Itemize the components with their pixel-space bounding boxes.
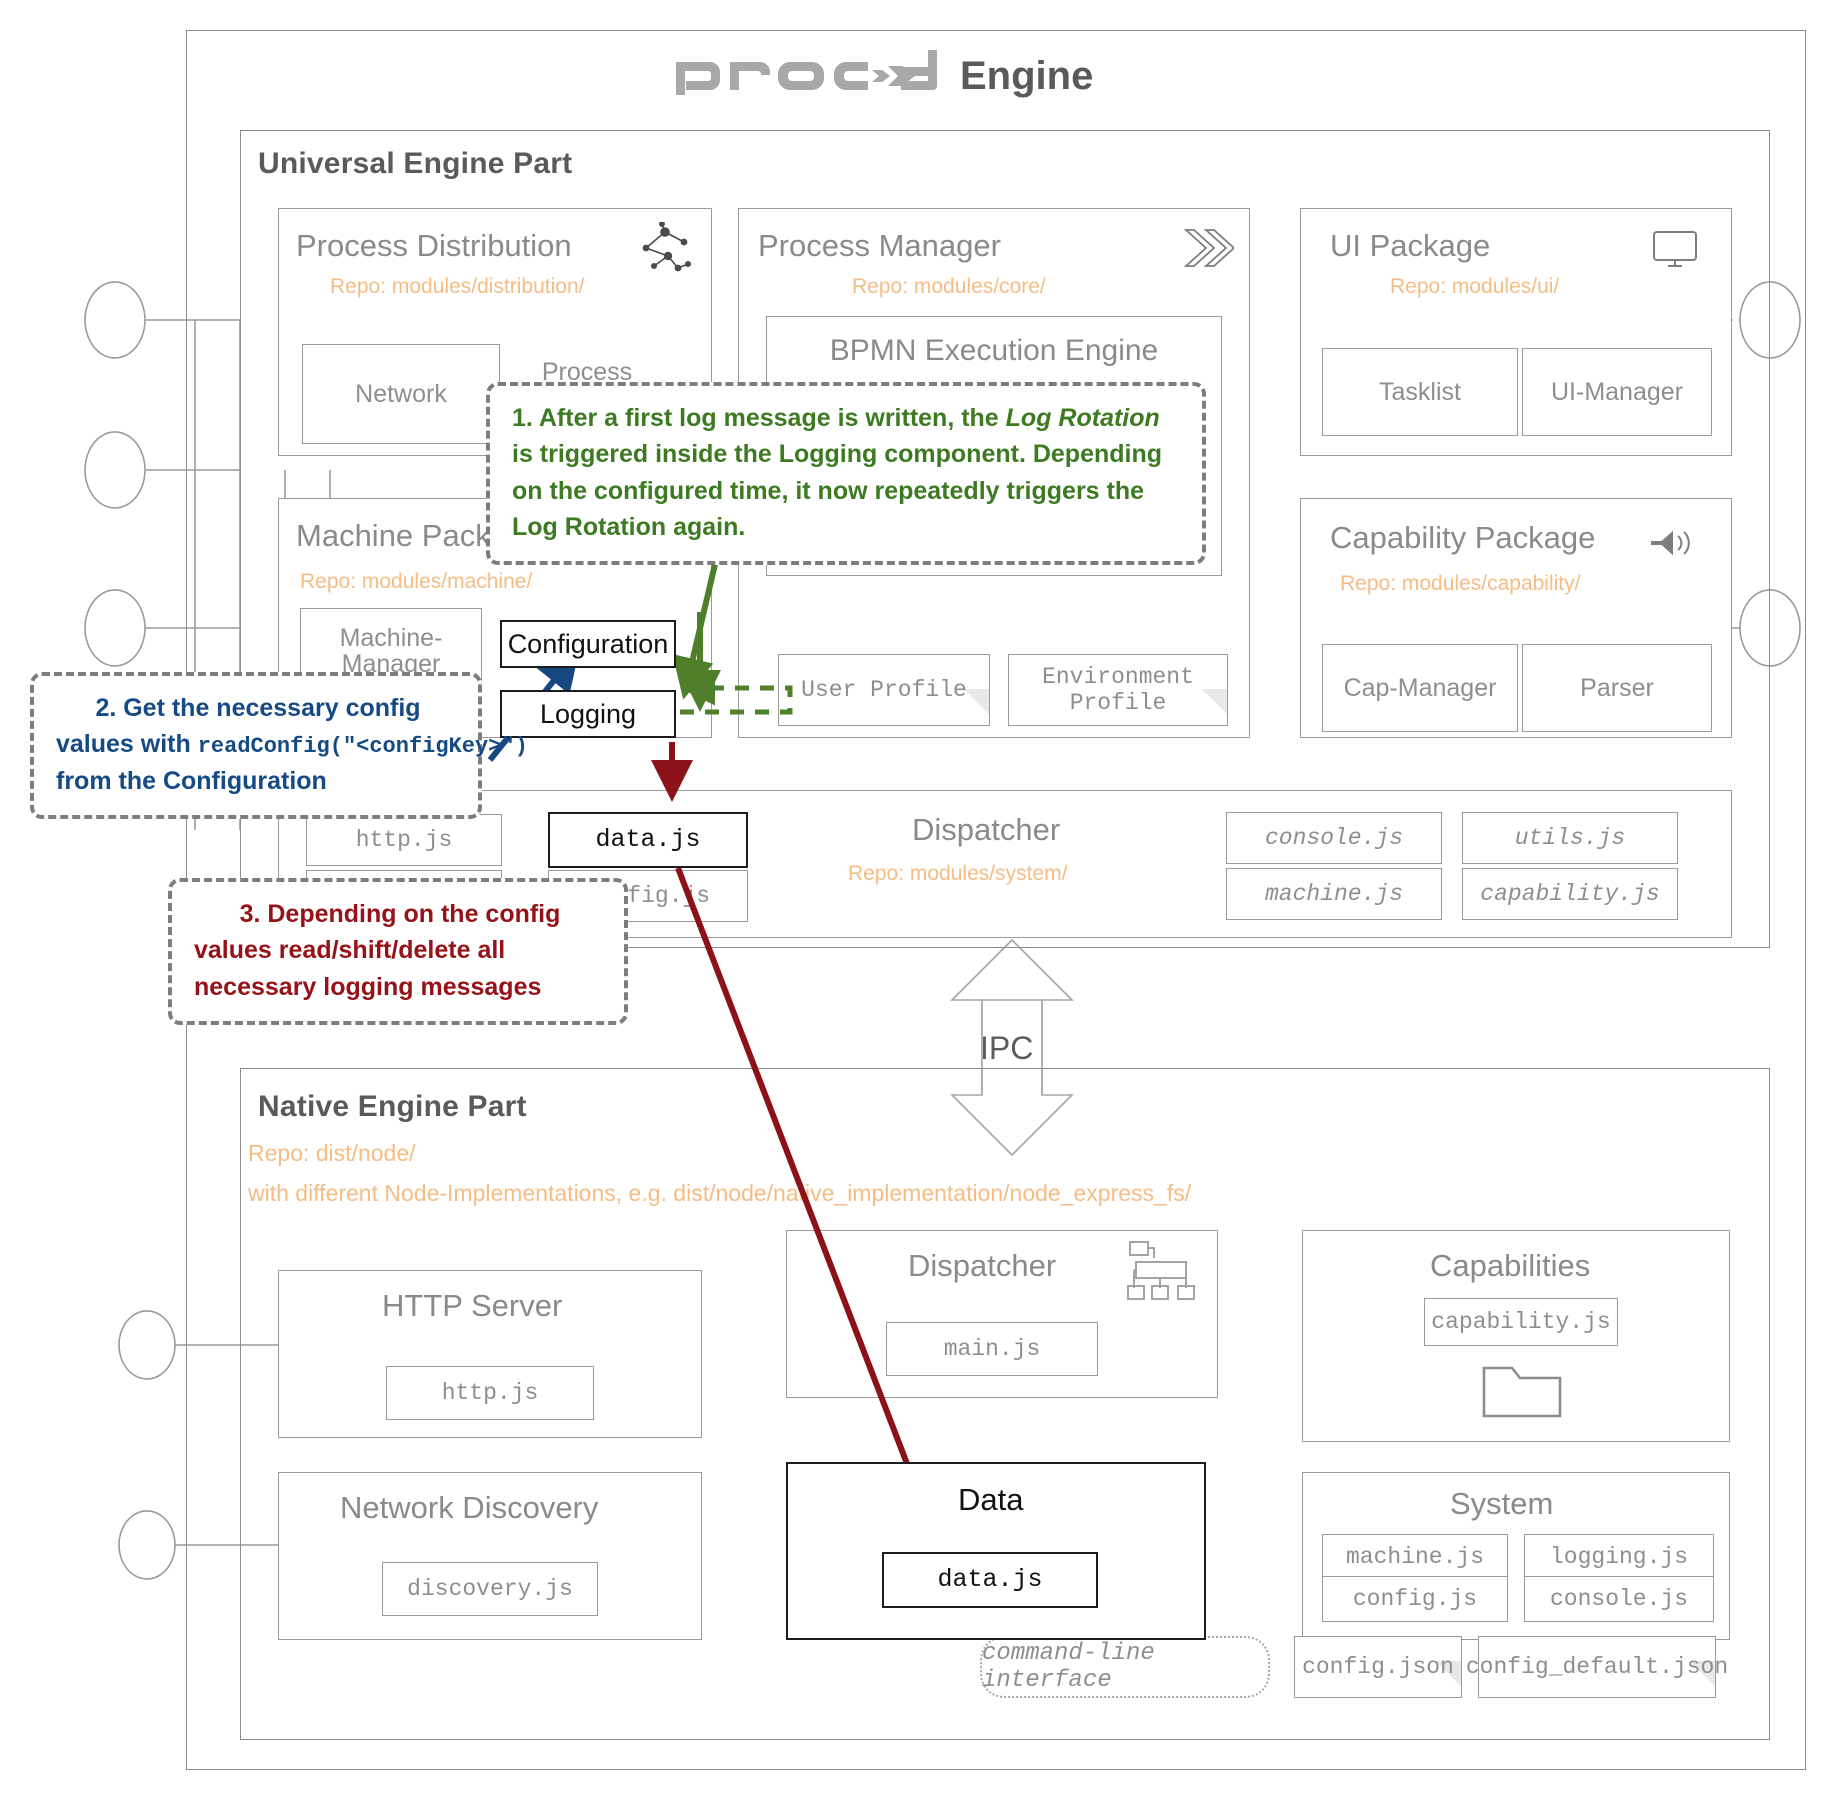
callout-1: 1. After a first log message is written,… — [486, 382, 1206, 565]
card-native-dispatcher-title: Dispatcher — [908, 1248, 1057, 1283]
file-config-default-json-label: config_default.json — [1465, 1653, 1729, 1680]
card-universal-dispatcher-repo: Repo: modules/system/ — [848, 862, 1068, 885]
procd-logo-icon — [676, 50, 937, 95]
folder-icon — [1482, 1366, 1562, 1418]
callout-2-line-3: from the Configuration — [56, 767, 327, 796]
leaf-user-profile-label: User Profile — [801, 676, 967, 703]
callout-3-line-3: necessary logging messages — [194, 972, 542, 1001]
file-data-js-universal[interactable]: data.js — [548, 812, 748, 868]
leaf-machine-manager-label: Machine- Manager — [339, 623, 443, 678]
file-console-js-native: console.js — [1524, 1576, 1714, 1622]
app-logo: Engine — [672, 48, 1093, 104]
leaf-parser: Parser — [1522, 644, 1712, 732]
file-http-js-native: http.js — [386, 1366, 594, 1420]
file-http-js-universal: http.js — [306, 814, 502, 866]
card-process-manager-repo: Repo: modules/core/ — [852, 275, 1046, 298]
file-logging-js: logging.js — [1524, 1534, 1714, 1580]
universal-engine-part-title: Universal Engine Part — [258, 147, 573, 180]
callout-2-line-2-prefix: values with — [56, 730, 198, 759]
file-utils-js-universal: utils.js — [1462, 812, 1678, 864]
callout-2: 2. Get the necessary config values with … — [30, 672, 528, 820]
callout-1-part-3: is triggered inside the Logging componen… — [512, 440, 1163, 541]
file-capability-js-native: capability.js — [1424, 1298, 1618, 1346]
card-capability-package-repo: Repo: modules/capability/ — [1340, 572, 1581, 595]
monitor-icon — [1653, 231, 1697, 267]
leaf-network: Network — [302, 344, 500, 444]
callout-1-part-1: 1. After a first log message is written,… — [512, 404, 1006, 432]
card-process-distribution-repo: Repo: modules/distribution/ — [330, 275, 585, 298]
app-title: Engine — [960, 53, 1094, 98]
card-ui-package-title: UI Package — [1330, 228, 1491, 263]
native-engine-repo-line2: with different Node-Implementations, e.g… — [248, 1180, 1192, 1206]
command-line-interface[interactable]: command-line interface — [980, 1636, 1270, 1698]
file-data-js-native[interactable]: data.js — [882, 1552, 1098, 1608]
leaf-environment-profile: Environment Profile — [1008, 654, 1228, 726]
file-main-js: main.js — [886, 1322, 1098, 1376]
file-config-json-label: config.json — [1302, 1653, 1454, 1680]
file-config-default-json: config_default.json — [1466, 1636, 1728, 1698]
callout-2-line-1: 2. Get the necessary config — [95, 694, 421, 722]
hierarchy-icon — [1127, 1241, 1195, 1300]
card-http-server-title: HTTP Server — [382, 1288, 563, 1323]
ipc-label: IPC — [980, 1030, 1034, 1066]
callout-1-emphasis: Log Rotation — [1005, 404, 1160, 432]
file-config-json: config.json — [1294, 1636, 1462, 1698]
card-process-manager-title: Process Manager — [758, 228, 1001, 263]
leaf-user-profile: User Profile — [778, 654, 990, 726]
file-config-js-native: config.js — [1322, 1576, 1508, 1622]
file-machine-js-universal: machine.js — [1226, 868, 1442, 920]
leaf-cap-manager: Cap-Manager — [1322, 644, 1518, 732]
network-nodes-icon — [642, 222, 691, 272]
leaf-environment-profile-label: Environment Profile — [1042, 663, 1194, 716]
card-network-discovery-title: Network Discovery — [340, 1490, 599, 1525]
card-data-title: Data — [958, 1482, 1024, 1517]
native-engine-repo-line1: Repo: dist/node/ — [248, 1140, 416, 1166]
card-process-distribution-title: Process Distribution — [296, 228, 572, 263]
callout-3-line-1: 3. Depending on the config — [239, 900, 561, 928]
card-capabilities-title: Capabilities — [1430, 1248, 1591, 1283]
card-universal-dispatcher-title: Dispatcher — [912, 812, 1061, 847]
leaf-tasklist: Tasklist — [1322, 348, 1518, 436]
card-system-title: System — [1450, 1486, 1554, 1521]
leaf-logging[interactable]: Logging — [500, 690, 676, 738]
callout-3-line-2: values read/shift/delete all — [194, 936, 506, 965]
callout-3: 3. Depending on the config values read/s… — [168, 878, 628, 1025]
callout-2-code: readConfig("<configKey>") — [197, 734, 528, 760]
speaker-icon — [1651, 530, 1690, 556]
file-discovery-js: discovery.js — [382, 1562, 598, 1616]
double-chevron-icon — [1183, 229, 1234, 267]
file-capability-js-universal: capability.js — [1462, 868, 1678, 920]
card-capability-package-title: Capability Package — [1330, 520, 1596, 555]
card-machine-package-repo: Repo: modules/machine/ — [300, 570, 533, 593]
leaf-configuration[interactable]: Configuration — [500, 620, 676, 668]
leaf-ui-manager: UI-Manager — [1522, 348, 1712, 436]
card-ui-package-repo: Repo: modules/ui/ — [1390, 275, 1560, 298]
native-engine-part-title: Native Engine Part — [258, 1090, 527, 1123]
file-console-js-universal: console.js — [1226, 812, 1442, 864]
file-machine-js-native: machine.js — [1322, 1534, 1508, 1580]
